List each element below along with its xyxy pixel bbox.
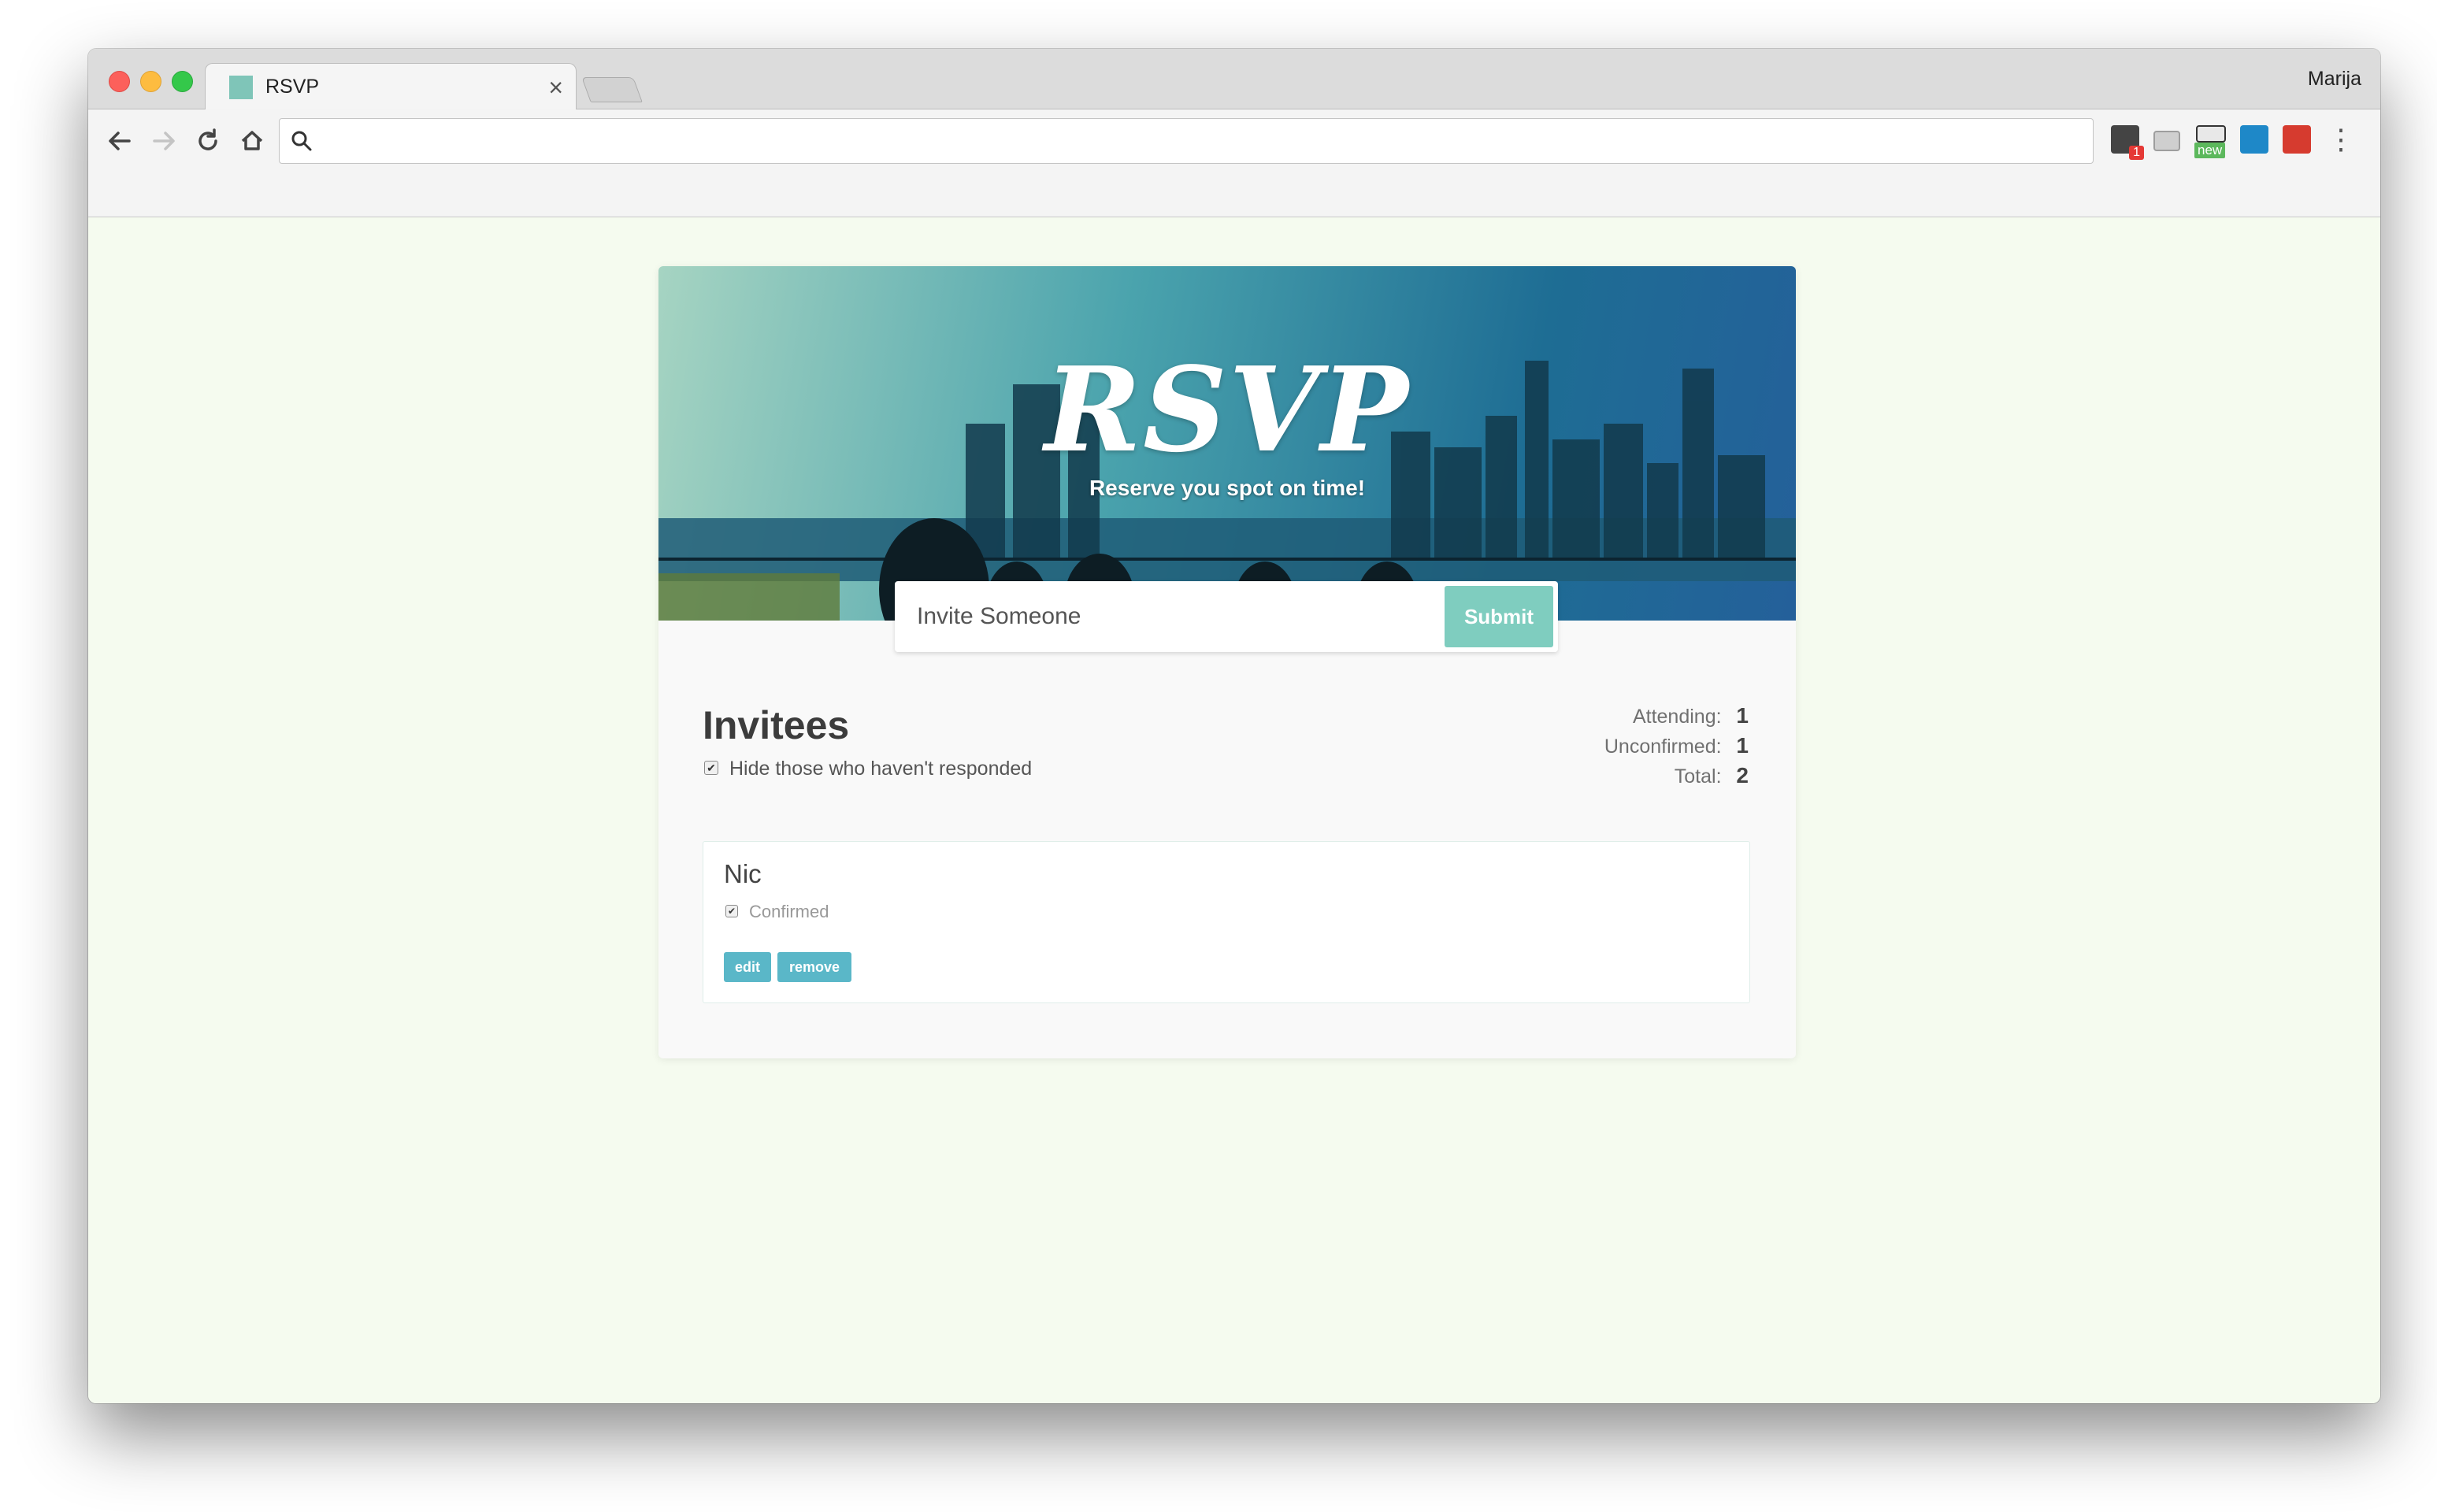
count-value: 1 <box>1736 733 1749 758</box>
home-icon[interactable] <box>235 124 269 158</box>
remove-button[interactable]: remove <box>777 952 851 982</box>
tab-rsvp[interactable]: RSVP × <box>205 63 577 111</box>
invite-form: Submit <box>895 581 1558 652</box>
browser-window: RSVP × Marija 1 new ⋮ RSVP Reserve you s… <box>88 49 2380 1403</box>
guest-status-label: Confirmed <box>749 902 829 921</box>
submit-button[interactable]: Submit <box>1445 586 1553 647</box>
count-value: 1 <box>1736 703 1749 728</box>
guest-confirmed-toggle[interactable]: ✔ Confirmed <box>725 902 829 922</box>
address-bar[interactable] <box>279 118 2094 164</box>
reload-icon[interactable] <box>191 124 225 158</box>
browser-toolbar: 1 new ⋮ <box>88 109 2380 217</box>
tab-favicon-icon <box>229 76 253 99</box>
rsvp-card: RSVP Reserve you spot on time! Submit In… <box>658 266 1796 1058</box>
hide-unresponded-toggle[interactable]: ✔ Hide those who haven't responded <box>704 758 1032 780</box>
count-label: Unconfirmed: <box>1604 736 1722 758</box>
hero-banner: RSVP Reserve you spot on time! <box>658 266 1796 621</box>
new-tab-button[interactable] <box>581 77 643 102</box>
tab-close-icon[interactable]: × <box>548 72 563 103</box>
count-label: Attending: <box>1632 706 1722 728</box>
window-maximize-button[interactable] <box>172 71 193 92</box>
edit-button[interactable]: edit <box>724 952 771 982</box>
extension-badge: 1 <box>2129 146 2144 160</box>
extension-new-badge: new <box>2194 143 2226 158</box>
tab-title: RSVP <box>265 76 320 98</box>
guest-name: Nic <box>724 859 762 888</box>
tab-bar: RSVP × Marija <box>88 49 2380 111</box>
extension-bug-icon[interactable] <box>2283 125 2311 154</box>
browser-menu-icon[interactable]: ⋮ <box>2327 124 2355 158</box>
extension-ghostery-icon[interactable]: 1 <box>2111 125 2144 160</box>
counts-table: Attending: 1 Unconfirmed: 1 Total: 2 <box>1604 701 1749 791</box>
invitees-heading: Invitees <box>703 703 850 747</box>
hide-unresponded-checkbox[interactable]: ✔ <box>704 761 718 776</box>
window-close-button[interactable] <box>109 71 130 92</box>
hero-title: RSVP <box>1044 341 1410 478</box>
extension-s-icon[interactable] <box>2240 125 2268 154</box>
page-viewport: RSVP Reserve you spot on time! Submit In… <box>88 217 2380 1403</box>
invite-input[interactable] <box>895 581 1430 652</box>
count-unconfirmed: Unconfirmed: 1 <box>1604 731 1749 761</box>
guest-card: Nic ✔ Confirmed edit remove <box>703 841 1750 1003</box>
count-total: Total: 2 <box>1604 761 1749 791</box>
back-arrow-icon[interactable] <box>102 124 137 158</box>
count-label: Total: <box>1674 765 1722 788</box>
hide-unresponded-label: Hide those who haven't responded <box>729 758 1033 780</box>
guest-confirmed-checkbox[interactable]: ✔ <box>725 905 738 918</box>
profile-name[interactable]: Marija <box>2308 68 2361 91</box>
extension-screenshot-icon[interactable]: new <box>2194 125 2226 158</box>
extension-cast-icon[interactable] <box>2153 131 2180 151</box>
search-icon <box>291 131 312 151</box>
forward-arrow-icon[interactable] <box>147 124 181 158</box>
hero-subtitle: Reserve you spot on time! <box>1089 476 1366 500</box>
count-attending: Attending: 1 <box>1604 701 1749 731</box>
count-value: 2 <box>1736 763 1749 788</box>
window-minimize-button[interactable] <box>140 71 161 92</box>
